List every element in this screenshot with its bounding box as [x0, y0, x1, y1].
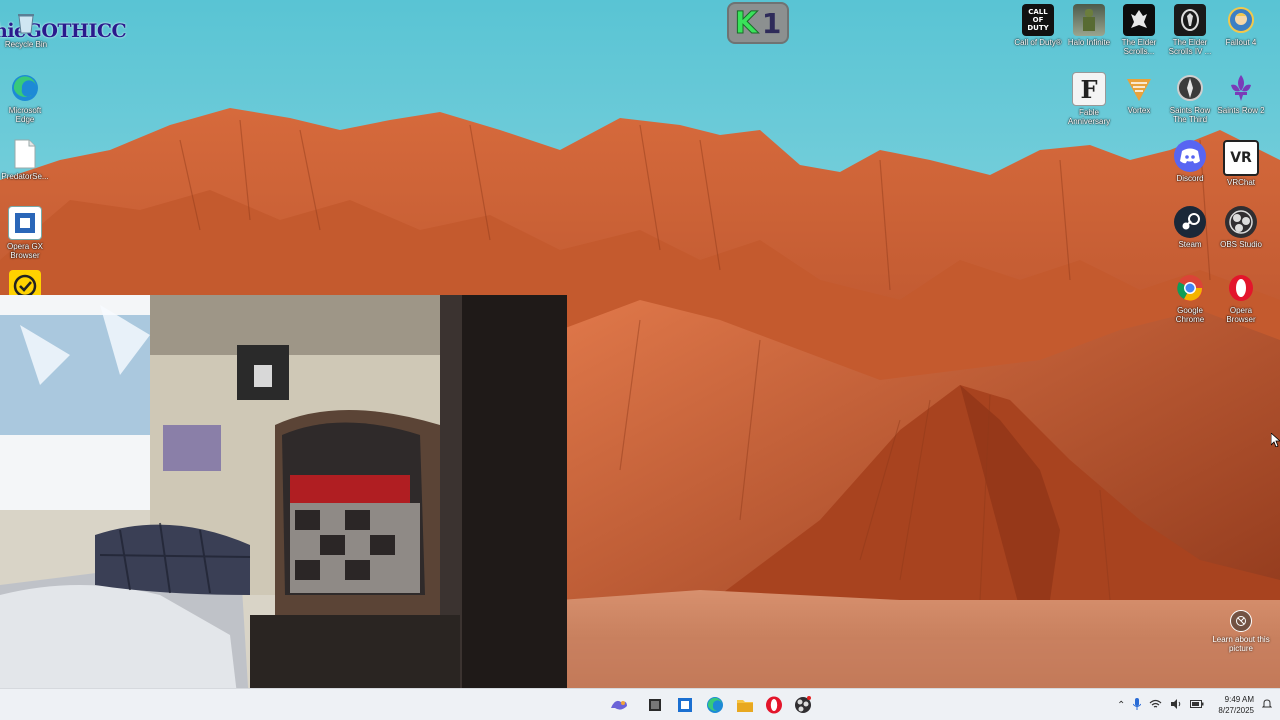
desktop-icon-saints-row-third[interactable]: Saints Row The Third	[1166, 72, 1214, 124]
notification-icon[interactable]	[1261, 698, 1273, 712]
desktop-icon-label: Fallout 4	[1225, 38, 1257, 47]
edge-icon	[707, 697, 723, 713]
desktop-icon-label: PredatorSe...	[1, 172, 49, 181]
desktop-icon-call-of-duty[interactable]: CALL OF DUTY Call of Duty®	[1014, 4, 1062, 47]
vortex-icon	[1123, 72, 1155, 104]
obs-icon	[795, 696, 811, 713]
desktop-icon-label: Microsoft Edge	[8, 106, 42, 124]
folder-icon	[737, 700, 753, 712]
fable-logo-text: F	[1080, 74, 1098, 104]
k1-badge-k: K	[734, 5, 758, 41]
skyrim-icon	[1123, 4, 1155, 36]
desktop-icon-label: Recycle Bin	[4, 40, 48, 49]
fable-icon: F	[1072, 72, 1106, 106]
chrome-icon	[1174, 272, 1206, 304]
desktop-icon-label: Opera Browser	[1226, 306, 1256, 324]
taskbar-app-window[interactable]	[674, 694, 696, 716]
taskbar-obs[interactable]	[792, 694, 814, 716]
desktop-icon-saints-row-2[interactable]: Saints Row 2	[1217, 72, 1265, 115]
taskbar-edge[interactable]	[704, 694, 726, 716]
vault-boy-icon	[1225, 4, 1257, 36]
clock-date: 8/27/2025	[1218, 706, 1254, 715]
desktop-icon-label: Saints Row 2	[1217, 106, 1265, 115]
desktop-icon-recycle-bin[interactable]: Recycle Bin	[2, 6, 50, 49]
saints-row-third-icon	[1174, 72, 1206, 104]
file-icon	[9, 138, 41, 170]
speaker-icon[interactable]	[1170, 698, 1182, 712]
window-icon	[678, 698, 692, 712]
desktop-icon-label: Saints Row The Third	[1169, 106, 1211, 124]
edge-icon	[9, 72, 41, 104]
wifi-icon[interactable]	[1149, 699, 1162, 712]
desktop-icon-label: Opera GX Browser	[6, 242, 43, 260]
taskbar-opera[interactable]	[763, 694, 785, 716]
obs-icon	[1225, 206, 1257, 238]
clock-time: 9:49 AM	[1224, 695, 1254, 704]
fleur-de-lis-icon	[1225, 72, 1257, 104]
desktop-icon-elder-scrolls-v[interactable]: The Elder Scrolls...	[1115, 4, 1163, 56]
vrchat-icon: VR	[1223, 140, 1259, 176]
desktop-icon-microsoft-edge[interactable]: Microsoft Edge	[1, 72, 49, 124]
desktop-icon-fallout-4[interactable]: Fallout 4	[1217, 4, 1265, 47]
battery-icon[interactable]	[1190, 699, 1204, 711]
taskbar-file-explorer[interactable]	[734, 694, 756, 716]
system-tray: ⌃ 9:49 AM 8/27/2025	[1117, 689, 1273, 720]
call-of-duty-logo-text: CALL OF DUTY	[1027, 8, 1049, 32]
oblivion-icon	[1174, 4, 1206, 36]
k1-badge: K 1	[727, 2, 789, 44]
desktop-icon-halo-infinite[interactable]: Halo Infinite	[1065, 4, 1113, 47]
desktop-icon-label: OBS Studio	[1220, 240, 1262, 249]
webcam-overlay	[0, 295, 567, 720]
desktop-icon-opera-browser[interactable]: Opera Browser	[1217, 272, 1265, 324]
vrchat-logo-text: VR	[1230, 150, 1252, 166]
desktop-icon-obs-studio[interactable]: OBS Studio	[1217, 206, 1265, 249]
taskbar: ⌃ 9:49 AM 8/27/2025	[0, 688, 1280, 720]
desktop-icon-vortex[interactable]: Vortex	[1115, 72, 1163, 115]
desktop-icon-label: VRChat	[1226, 178, 1255, 187]
desktop-icon-label: Vortex	[1127, 106, 1151, 115]
system-clock[interactable]: 9:49 AM 8/27/2025	[1218, 694, 1254, 716]
desktop-icon-label: Call of Duty®	[1014, 38, 1062, 47]
call-of-duty-icon: CALL OF DUTY	[1022, 4, 1054, 36]
desktop-icon-label: The Elder Scrolls IV ...	[1168, 38, 1212, 56]
desktop-icon-discord[interactable]: Discord	[1166, 140, 1214, 183]
taskbar-copilot[interactable]	[608, 694, 630, 716]
recycle-bin-icon	[10, 6, 42, 38]
opera-icon	[1225, 272, 1257, 304]
taskbar-task-view[interactable]	[644, 694, 666, 716]
desktop-icon-label: The Elder Scrolls...	[1121, 38, 1157, 56]
desktop-icon-vrchat[interactable]: VR VRChat	[1217, 140, 1265, 187]
chevron-up-icon[interactable]: ⌃	[1117, 700, 1125, 711]
discord-icon	[1174, 140, 1206, 172]
opera-icon	[766, 696, 782, 714]
desktop-icon-opera-gx[interactable]: Opera GX Browser	[1, 206, 49, 260]
mouse-cursor-icon	[1270, 432, 1280, 452]
k1-badge-one: 1	[761, 6, 782, 40]
desktop-icon-fable-anniversary[interactable]: F Fable Anniversary	[1065, 72, 1113, 126]
microphone-icon[interactable]	[1133, 697, 1142, 713]
desktop-icon-label: Fable Anniversary	[1067, 108, 1111, 126]
desktop-icon-predator-sense[interactable]: PredatorSe...	[1, 138, 49, 181]
camera-icon	[1230, 610, 1252, 632]
learn-about-picture-label: Learn about this picture	[1212, 635, 1270, 653]
steam-icon	[1174, 206, 1206, 238]
desktop-icon-label: Discord	[1176, 174, 1204, 183]
copilot-icon	[611, 700, 627, 710]
desktop-icon-google-chrome[interactable]: Google Chrome	[1166, 272, 1214, 324]
desktop-icon-label: Steam	[1178, 240, 1202, 249]
desktop-icon-elder-scrolls-iv[interactable]: The Elder Scrolls IV ...	[1166, 4, 1214, 56]
task-view-icon	[649, 699, 661, 711]
desktop-icon-label: Google Chrome	[1175, 306, 1205, 324]
desktop-icon-steam[interactable]: Steam	[1166, 206, 1214, 249]
opera-gx-icon	[8, 206, 42, 240]
learn-about-picture[interactable]: Learn about this picture	[1210, 610, 1272, 653]
desktop-icon-label: Halo Infinite	[1067, 38, 1111, 47]
halo-icon	[1073, 4, 1105, 36]
